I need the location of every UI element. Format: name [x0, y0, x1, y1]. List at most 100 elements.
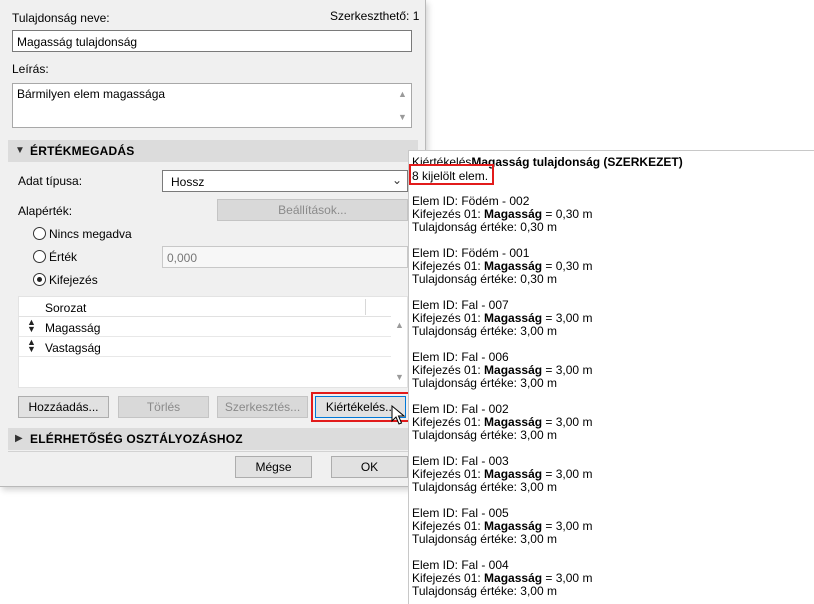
property-value-line: Tulajdonság értéke: 0,30 m	[412, 272, 557, 286]
scroll-up-icon[interactable]: ▲	[395, 87, 410, 101]
property-name-label: Tulajdonság neve:	[12, 11, 110, 25]
expression-result: = 3,00 m	[542, 519, 593, 533]
mouse-pointer-icon	[391, 405, 405, 425]
expression-result: = 3,00 m	[542, 571, 593, 585]
edit-button[interactable]: Szerkesztés...	[217, 396, 308, 418]
radio-none[interactable]	[33, 227, 46, 240]
expression-variable: Magasság	[484, 571, 543, 585]
expression-label: Kifejezés 01:	[412, 467, 485, 481]
table-row-label: Vastagság	[45, 341, 101, 355]
expression-line: Kifejezés 01: Magasság = 3,00 m	[412, 415, 592, 429]
chevron-down-icon: ⌄	[391, 173, 402, 187]
property-value-line: Tulajdonság értéke: 3,00 m	[412, 584, 557, 598]
table-scrollbar[interactable]: ▲ ▼	[392, 298, 407, 386]
expression-label: Kifejezés 01:	[412, 363, 485, 377]
value-field[interactable]: 0,000	[162, 246, 408, 268]
drag-handle-icon[interactable]: ▲ ▼	[27, 318, 36, 334]
element-id-line: Elem ID: Födém - 002	[412, 194, 530, 208]
expression-result: = 3,00 m	[542, 467, 593, 481]
expression-result: = 0,30 m	[542, 259, 593, 273]
expression-variable: Magasság	[484, 363, 543, 377]
expression-line: Kifejezés 01: Magasság = 3,00 m	[412, 467, 592, 481]
cancel-button[interactable]: Mégse	[235, 456, 312, 478]
expression-line: Kifejezés 01: Magasság = 3,00 m	[412, 519, 592, 533]
expression-variable: Magasság	[484, 519, 543, 533]
expression-variable: Magasság	[484, 467, 543, 481]
expression-result: = 3,00 m	[542, 415, 593, 429]
property-name-input[interactable]: Magasság tulajdonság	[12, 30, 412, 52]
data-type-value: Hossz	[171, 175, 205, 189]
radio-value-label: Érték	[49, 250, 78, 264]
expression-variable: Magasság	[484, 415, 543, 429]
property-value-line: Tulajdonság értéke: 3,00 m	[412, 532, 557, 546]
property-value-line: Tulajdonság értéke: 3,00 m	[412, 428, 557, 442]
divider	[8, 451, 418, 452]
expression-result: = 0,30 m	[542, 207, 593, 221]
radio-expression[interactable]	[33, 273, 46, 286]
description-scrollbar[interactable]: ▲ ▼	[395, 85, 410, 126]
description-text: Bármilyen elem magassága	[17, 87, 166, 101]
expression-variable: Magasság	[484, 207, 543, 221]
default-value-label: Alapérték:	[18, 204, 73, 218]
property-dialog: Tulajdonság neve: Szerkeszthető: 1 Magas…	[0, 0, 426, 487]
expression-line: Kifejezés 01: Magasság = 0,30 m	[412, 259, 592, 273]
add-button[interactable]: Hozzáadás...	[18, 396, 109, 418]
section-availability-header[interactable]: ▶ ELÉRHETŐSÉG OSZTÁLYOZÁSHOZ	[8, 428, 418, 450]
expression-label: Kifejezés 01:	[412, 415, 485, 429]
expression-result: = 3,00 m	[542, 311, 593, 325]
ok-button[interactable]: OK	[331, 456, 408, 478]
settings-button[interactable]: Beállítások...	[217, 199, 408, 221]
expression-line: Kifejezés 01: Magasság = 3,00 m	[412, 571, 592, 585]
description-textarea[interactable]: Bármilyen elem magassága ▲ ▼	[12, 83, 412, 128]
element-id-line: Elem ID: Födém - 001	[412, 246, 530, 260]
description-label: Leírás:	[12, 62, 49, 76]
radio-none-label: Nincs megadva	[49, 227, 132, 241]
expression-variable: Magasság	[484, 311, 543, 325]
expression-label: Kifejezés 01:	[412, 571, 485, 585]
selected-count-highlight	[409, 164, 494, 185]
expression-line: Kifejezés 01: Magasság = 3,00 m	[412, 311, 592, 325]
section-values-header[interactable]: ▼ ÉRTÉKMEGADÁS	[8, 140, 418, 162]
drag-handle-icon[interactable]: ▲ ▼	[27, 338, 36, 354]
property-value-line: Tulajdonság értéke: 3,00 m	[412, 324, 557, 338]
expand-arrow-icon: ▶	[15, 433, 23, 444]
property-value-line: Tulajdonság értéke: 0,30 m	[412, 220, 557, 234]
expression-line: Kifejezés 01: Magasság = 3,00 m	[412, 363, 592, 377]
expression-variable: Magasság	[484, 259, 543, 273]
expression-label: Kifejezés 01:	[412, 311, 485, 325]
expression-label: Kifejezés 01:	[412, 207, 485, 221]
editable-count-label: Szerkeszthető: 1	[330, 9, 420, 23]
section-values-title: ÉRTÉKMEGADÁS	[30, 144, 135, 158]
table-header: Sorozat	[19, 297, 391, 317]
table-row[interactable]: ▲ ▼ Magasság	[19, 317, 391, 337]
element-id-line: Elem ID: Fal - 007	[412, 298, 509, 312]
expression-line: Kifejezés 01: Magasság = 0,30 m	[412, 207, 592, 221]
element-id-line: Elem ID: Fal - 005	[412, 506, 509, 520]
evaluation-panel: KiértékelésMagasság tulajdonság (SZERKEZ…	[408, 150, 814, 604]
radio-expression-label: Kifejezés	[49, 273, 98, 287]
expression-result: = 3,00 m	[542, 363, 593, 377]
scroll-up-icon[interactable]: ▲	[392, 318, 407, 332]
element-id-line: Elem ID: Fal - 004	[412, 558, 509, 572]
property-value-line: Tulajdonság értéke: 3,00 m	[412, 376, 557, 390]
delete-button[interactable]: Törlés	[118, 396, 209, 418]
collapse-arrow-icon: ▼	[15, 145, 25, 156]
element-id-line: Elem ID: Fal - 006	[412, 350, 509, 364]
data-type-select[interactable]: Hossz ⌄	[162, 170, 408, 192]
scroll-down-icon[interactable]: ▼	[392, 370, 407, 384]
element-id-line: Elem ID: Fal - 002	[412, 402, 509, 416]
section-availability-title: ELÉRHETŐSÉG OSZTÁLYOZÁSHOZ	[30, 432, 243, 446]
expression-label: Kifejezés 01:	[412, 259, 485, 273]
scroll-down-icon[interactable]: ▼	[395, 110, 410, 124]
radio-value[interactable]	[33, 250, 46, 263]
element-id-line: Elem ID: Fal - 003	[412, 454, 509, 468]
column-header-sorozat: Sorozat	[45, 301, 87, 315]
expression-table: Sorozat ▲ ▼ Magasság ▲ ▼ Vastagság ▲ ▼	[18, 296, 408, 388]
table-row-label: Magasság	[45, 321, 101, 335]
property-value-line: Tulajdonság értéke: 3,00 m	[412, 480, 557, 494]
table-row[interactable]: ▲ ▼ Vastagság	[19, 337, 391, 357]
data-type-label: Adat típusa:	[18, 174, 83, 188]
expression-label: Kifejezés 01:	[412, 519, 485, 533]
panel-title-property: Magasság tulajdonság (SZERKEZET)	[471, 155, 683, 169]
column-separator	[365, 299, 366, 315]
